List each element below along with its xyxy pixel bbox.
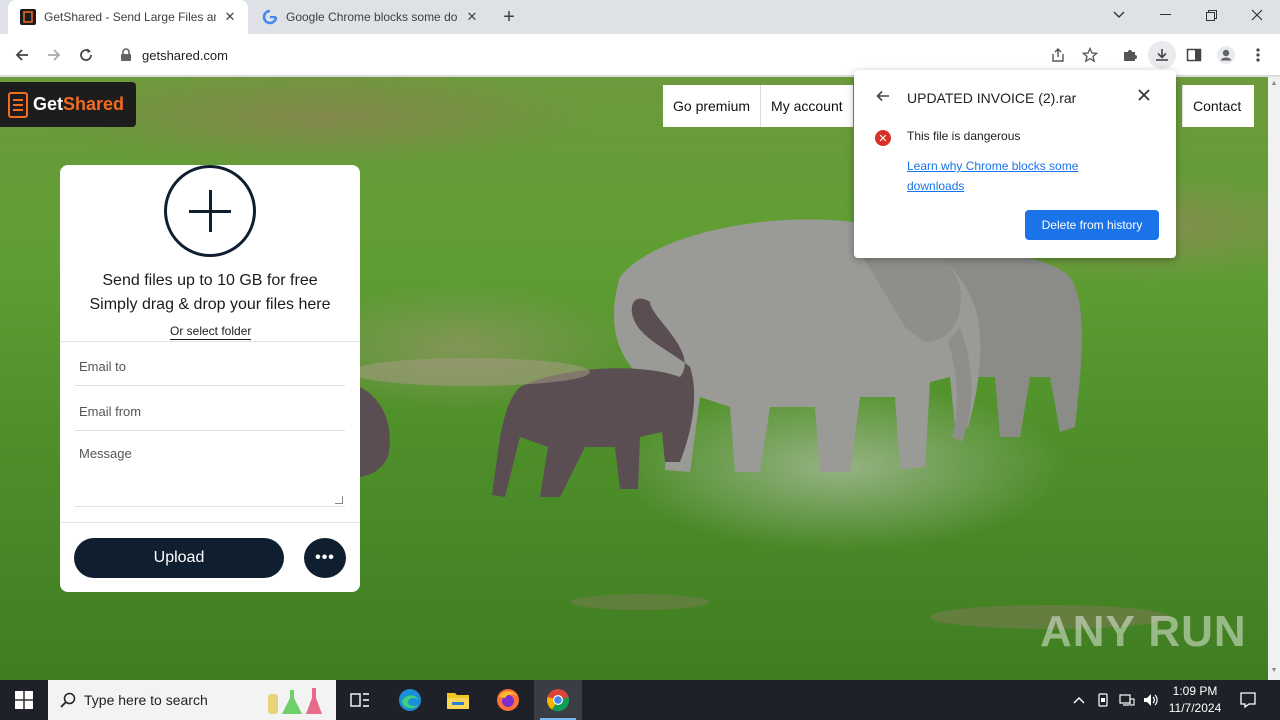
close-window-button[interactable] (1234, 0, 1280, 30)
firefox-icon[interactable] (484, 680, 532, 720)
restore-button[interactable] (1188, 0, 1234, 30)
tab-search-chevron-icon[interactable] (1096, 0, 1142, 30)
top-nav: Go premium My account (663, 85, 853, 127)
tab-getshared[interactable]: GetShared - Send Large Files and ✕ (8, 0, 248, 34)
downloads-icon[interactable] (1148, 41, 1176, 69)
search-icon (60, 692, 76, 708)
volume-icon[interactable] (1140, 680, 1162, 720)
device-icon[interactable] (1094, 680, 1112, 720)
tab-google-help[interactable]: Google Chrome blocks some do ✕ (250, 0, 490, 34)
science-flasks-icon (262, 684, 328, 719)
logo-document-icon (8, 91, 28, 118)
drag-drop-text: Simply drag & drop your files here (89, 296, 331, 313)
logo-text-get: Get (33, 94, 64, 114)
system-clock[interactable]: 1:09 PM 11/7/2024 (1160, 683, 1230, 717)
edge-browser-icon[interactable] (386, 680, 434, 720)
minimize-button[interactable] (1142, 0, 1188, 30)
tray-overflow-chevron-icon[interactable] (1070, 680, 1088, 720)
chrome-icon[interactable] (534, 680, 582, 720)
tab-close-icon[interactable]: ✕ (222, 9, 238, 25)
back-arrow-icon[interactable] (10, 43, 34, 67)
getshared-logo[interactable]: Get Shared (0, 82, 136, 127)
new-tab-button[interactable]: + (498, 6, 520, 28)
google-favicon-icon (262, 9, 278, 25)
page-scrollbar[interactable]: ▲ ▼ (1268, 77, 1280, 680)
scroll-down-icon[interactable]: ▼ (1270, 667, 1278, 675)
resize-grip-icon[interactable] (335, 496, 343, 504)
reload-icon[interactable] (74, 43, 98, 67)
side-panel-icon[interactable] (1182, 43, 1206, 67)
divider (60, 522, 360, 523)
search-placeholder: Type here to search (84, 692, 208, 708)
scroll-up-icon[interactable]: ▲ (1270, 80, 1278, 88)
windows-taskbar: Type here to search 1:09 PM 11/7/2024 (0, 680, 1280, 720)
clock-date: 11/7/2024 (1168, 701, 1222, 715)
lock-icon[interactable] (120, 48, 132, 67)
clock-time: 1:09 PM (1172, 684, 1218, 698)
windows-start-icon[interactable] (0, 680, 48, 720)
tab-close-icon[interactable]: ✕ (464, 9, 480, 25)
select-folder-link[interactable]: Or select folder (170, 324, 252, 340)
logo-text-shared: Shared (63, 94, 125, 114)
share-icon[interactable] (1046, 43, 1070, 67)
bookmark-star-icon[interactable] (1078, 43, 1102, 67)
nav-my-account[interactable]: My account (761, 85, 853, 127)
menu-kebab-icon[interactable] (1246, 43, 1270, 67)
learn-why-link[interactable]: Learn why Chrome blocks some downloads (907, 156, 1127, 196)
getshared-favicon-icon (20, 9, 36, 25)
email-to-field[interactable]: Email to (75, 342, 345, 386)
forward-arrow-icon[interactable] (42, 43, 66, 67)
close-icon[interactable] (1138, 88, 1150, 106)
upload-button[interactable]: Upload (74, 538, 284, 578)
add-files-plus-icon[interactable] (164, 165, 256, 257)
nav-go-premium[interactable]: Go premium (663, 85, 760, 127)
download-filename: UPDATED INVOICE (2).rar (907, 90, 1077, 106)
nav-contact[interactable]: Contact (1183, 85, 1251, 127)
tab-strip: GetShared - Send Large Files and ✕ Googl… (0, 0, 1280, 34)
download-warning-popup: UPDATED INVOICE (2).rar ✕ This file is d… (854, 70, 1176, 258)
network-icon[interactable] (1116, 680, 1138, 720)
back-arrow-icon[interactable] (876, 89, 890, 108)
upload-panel: Send files up to 10 GB for free Simply d… (60, 165, 360, 592)
top-nav-right: Contact (1182, 85, 1254, 127)
danger-warning-text: This file is dangerous (907, 129, 1021, 143)
notifications-icon[interactable] (1236, 680, 1260, 720)
taskbar-search-box[interactable]: Type here to search (48, 680, 336, 720)
danger-icon: ✕ (875, 130, 891, 146)
upload-limit-text: Send files up to 10 GB for free (102, 272, 318, 289)
url-text[interactable]: getshared.com (142, 48, 228, 63)
anyrun-watermark: ANY RUN (1040, 607, 1247, 656)
file-explorer-icon[interactable] (434, 680, 482, 720)
message-placeholder: Message (79, 446, 132, 461)
tab-title: Google Chrome blocks some do (286, 10, 458, 24)
message-textarea[interactable]: Message (75, 432, 345, 507)
address-bar[interactable]: getshared.com (110, 39, 1110, 71)
email-from-field[interactable]: Email from (75, 387, 345, 431)
task-view-icon[interactable] (336, 680, 384, 720)
tab-title: GetShared - Send Large Files and (44, 10, 216, 24)
delete-from-history-button[interactable]: Delete from history (1025, 210, 1159, 240)
extensions-puzzle-icon[interactable] (1118, 43, 1142, 67)
more-options-button[interactable]: ••• (304, 538, 346, 578)
profile-avatar-icon[interactable] (1214, 43, 1238, 67)
